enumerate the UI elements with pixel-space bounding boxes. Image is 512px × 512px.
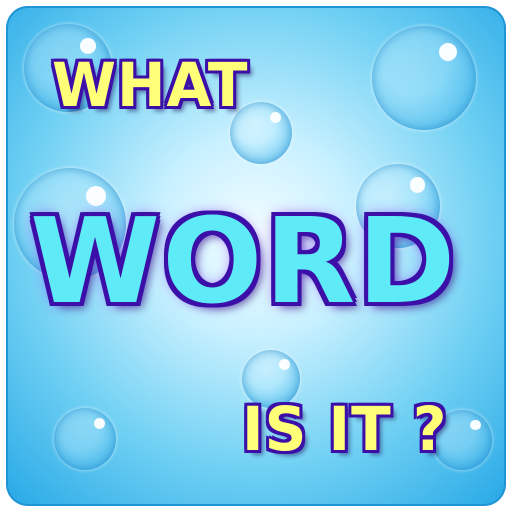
bubble-icon bbox=[54, 408, 116, 470]
app-icon: WHAT WORD IS IT ? bbox=[6, 6, 506, 506]
bubble-icon bbox=[372, 26, 476, 130]
title-top: WHAT bbox=[52, 49, 249, 121]
title-main: WORD bbox=[30, 192, 458, 330]
title-bottom: IS IT ? bbox=[242, 393, 448, 465]
